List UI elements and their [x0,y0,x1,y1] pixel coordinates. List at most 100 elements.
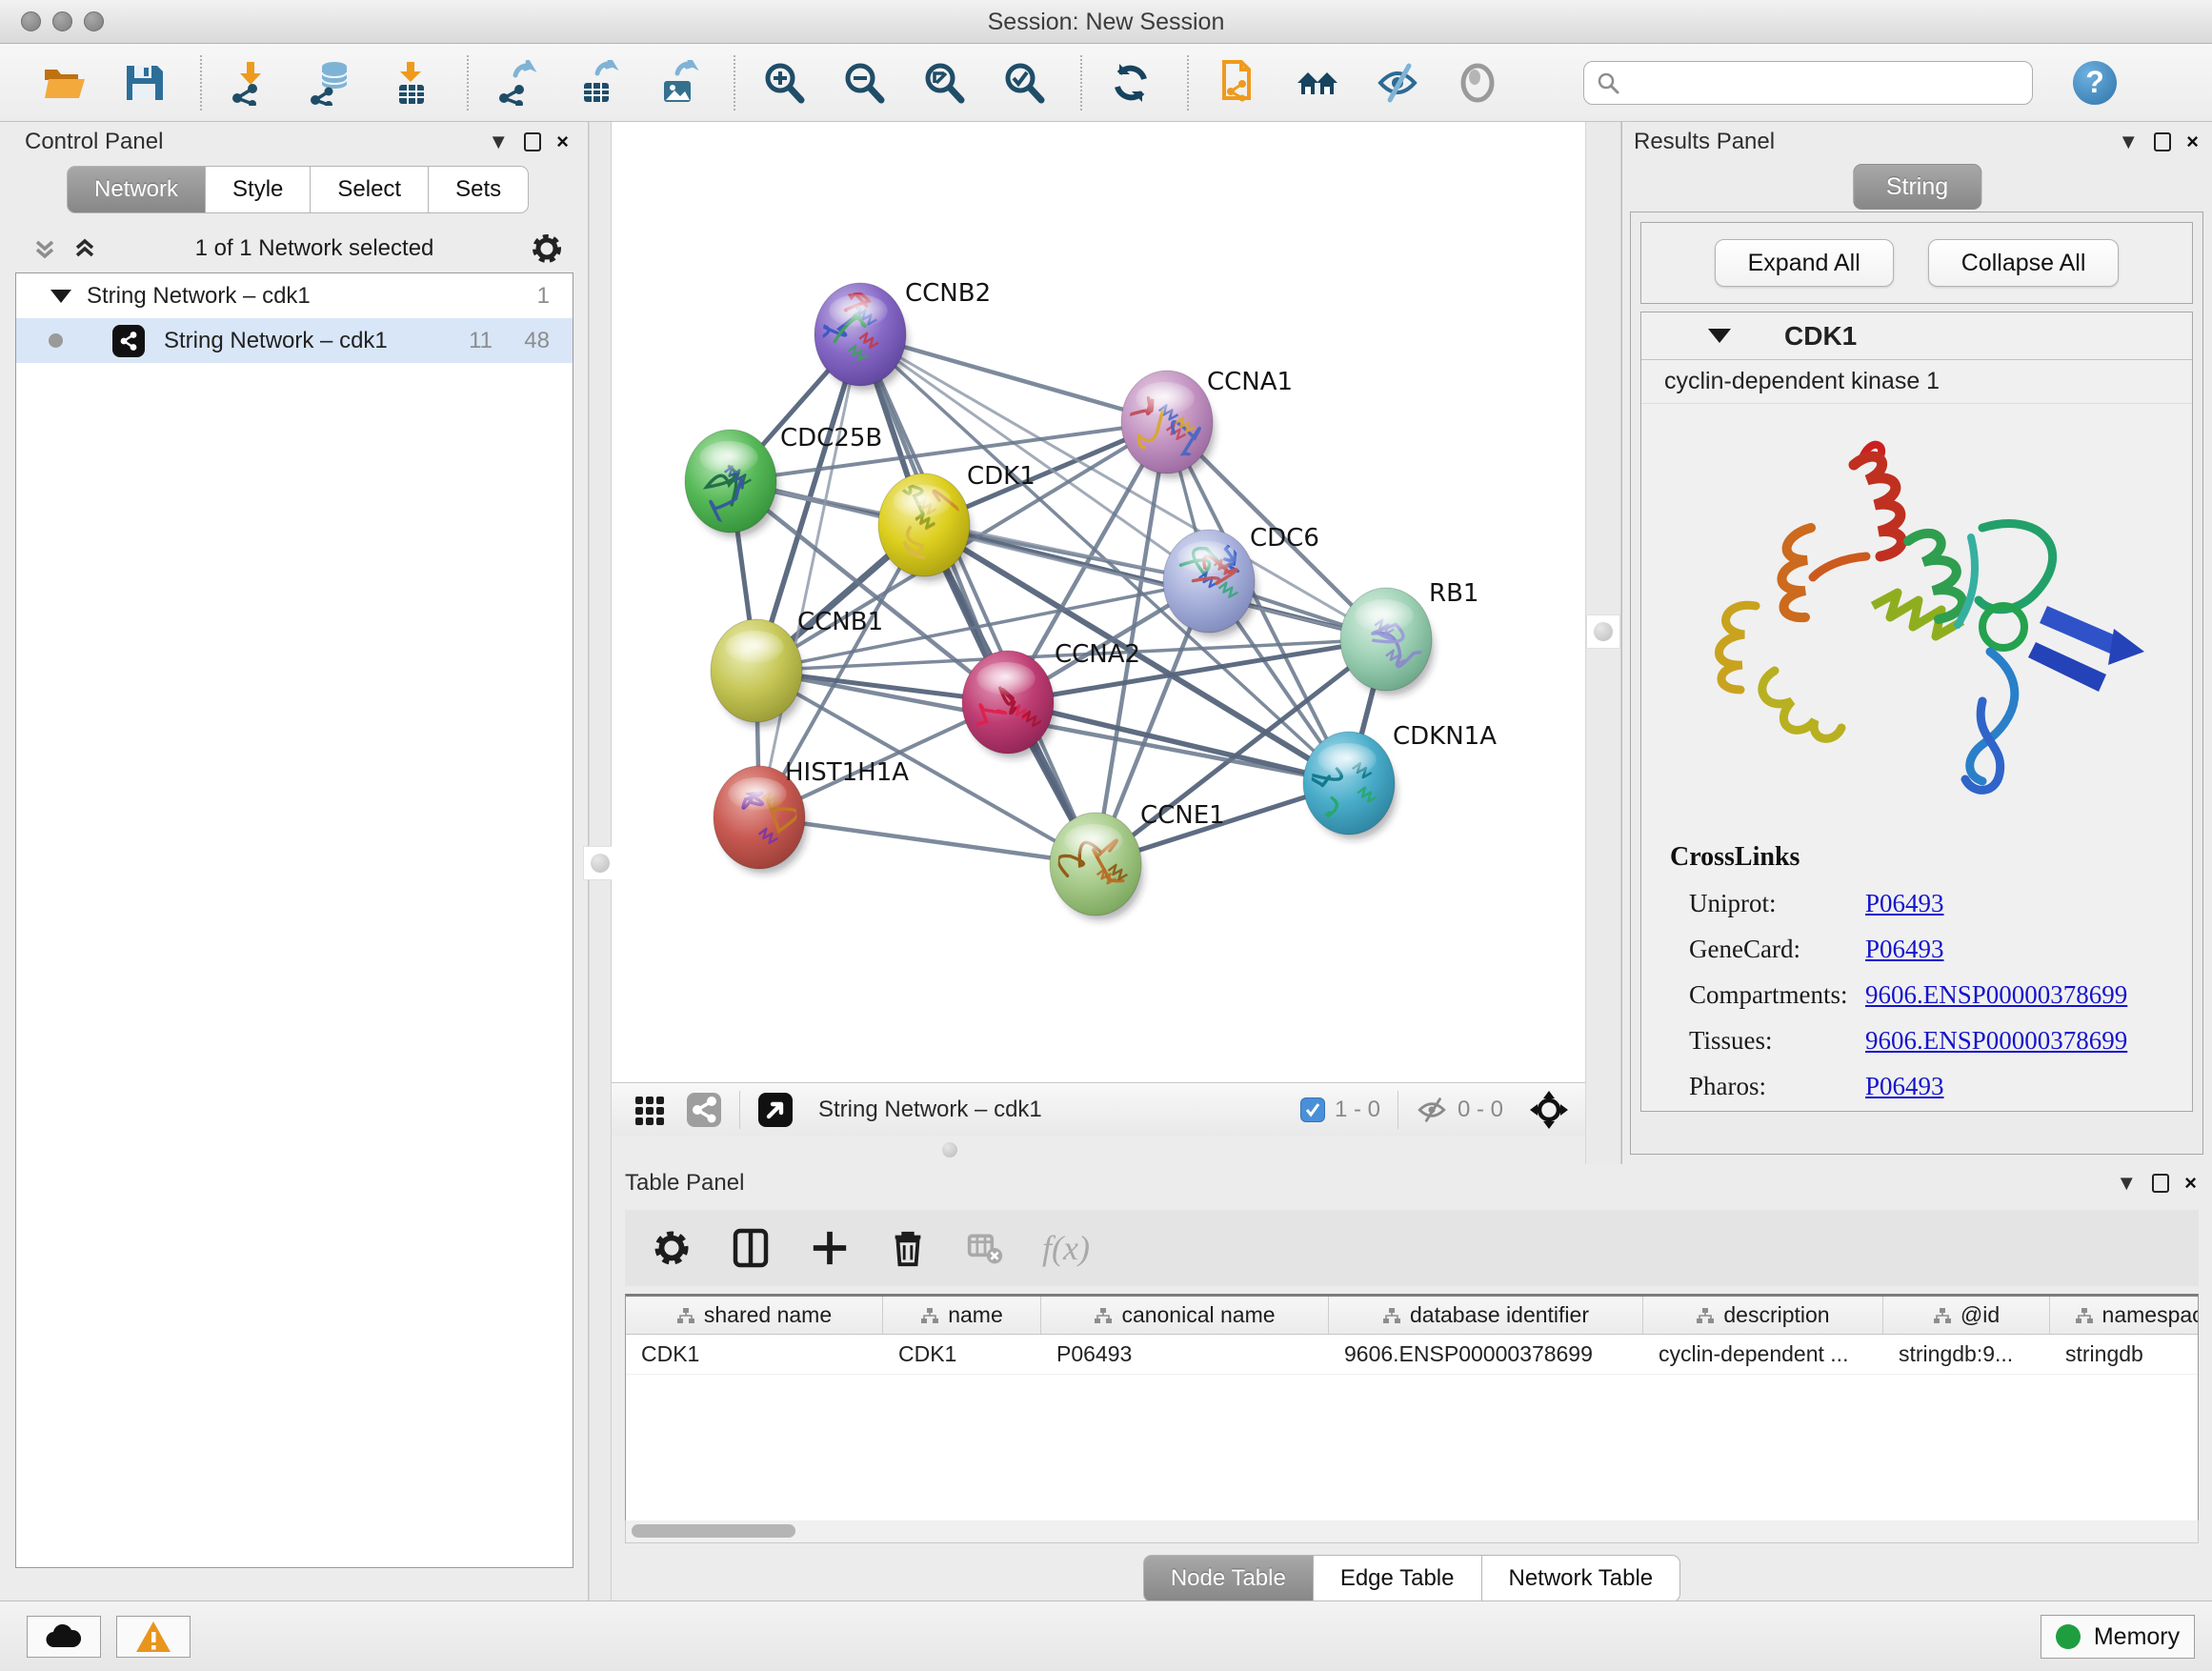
edge-CCNB2-HIST1H1A[interactable] [759,334,860,817]
panel-float-icon[interactable] [2152,1174,2169,1193]
table-cell[interactable]: CDK1 [626,1335,883,1374]
right-splitter-handle[interactable] [1586,614,1620,649]
export-network-icon[interactable] [493,59,541,107]
network-node-CDC25B[interactable] [685,430,778,537]
panel-float-icon[interactable] [2154,132,2171,151]
tab-network-table[interactable]: Network Table [1482,1555,1681,1602]
table-cell[interactable]: 9606.ENSP00000378699 [1329,1335,1643,1374]
expand-all-button[interactable]: Expand All [1715,239,1894,287]
column-header-namespace[interactable]: namespace [2050,1297,2199,1334]
tab-style[interactable]: Style [206,166,311,213]
scrollbar-thumb[interactable] [632,1524,795,1538]
refresh-icon[interactable] [1107,59,1155,107]
tab-edge-table[interactable]: Edge Table [1314,1555,1482,1602]
collapse-all-button[interactable]: Collapse All [1928,239,2120,287]
birdseye-icon[interactable] [1528,1089,1570,1131]
panel-menu-icon[interactable]: ▼ [2116,1173,2137,1194]
zoom-in-icon[interactable] [760,59,808,107]
gear-icon[interactable] [530,232,564,266]
column-header-shared-name[interactable]: shared name [626,1297,883,1334]
tab-network[interactable]: Network [67,166,206,213]
show-columns-icon[interactable] [730,1227,772,1269]
tab-string[interactable]: String [1853,164,1981,210]
tab-sets[interactable]: Sets [429,166,529,213]
table-cell[interactable]: P06493 [1041,1335,1329,1374]
table-cell[interactable]: CDK1 [883,1335,1041,1374]
node-table[interactable]: shared namenamecanonical namedatabase id… [625,1294,2199,1543]
edge-HIST1H1A-CCNE1[interactable] [759,817,1096,864]
table-cell[interactable]: cyclin-dependent ... [1643,1335,1883,1374]
panel-close-icon[interactable]: × [2184,1173,2197,1194]
table-horizontal-scrollbar[interactable] [625,1520,2199,1543]
warnings-button[interactable] [116,1616,191,1658]
panel-menu-icon[interactable]: ▼ [2118,131,2139,152]
main-toolbar: ? [0,44,2212,122]
zoom-selected-icon[interactable] [1000,59,1048,107]
tab-select[interactable]: Select [311,166,429,213]
search-box[interactable] [1583,61,2033,105]
open-session-icon[interactable] [40,59,88,107]
collapse-all-icon[interactable] [30,234,59,263]
import-table-icon[interactable] [387,59,434,107]
table-options-gear-icon[interactable] [652,1228,692,1268]
collapse-section-icon[interactable] [1708,329,1731,343]
table-cell[interactable]: stringdb [2050,1335,2199,1374]
grid-view-icon[interactable] [633,1093,667,1127]
panel-float-icon[interactable] [524,132,541,151]
panel-close-icon[interactable]: × [2186,131,2199,152]
import-network-file-icon[interactable] [227,59,274,107]
export-image-icon[interactable] [654,59,701,107]
network-node-RB1[interactable] [1340,588,1435,695]
table-cell[interactable]: stringdb:9... [1883,1335,2050,1374]
crosslink-link[interactable]: 9606.ENSP00000378699 [1865,1026,2127,1056]
crosslink-link[interactable]: 9606.ENSP00000378699 [1865,980,2127,1010]
network-node-CDKN1A[interactable] [1290,732,1397,849]
network-collection-row[interactable]: String Network – cdk1 1 [16,273,573,318]
network-node-CCNB1[interactable] [711,619,804,727]
save-session-icon[interactable] [120,59,168,107]
search-input[interactable] [1620,70,2001,95]
hidden-eye-icon[interactable] [1416,1094,1448,1126]
crosslink-link[interactable]: P06493 [1865,1072,1944,1101]
crosslink-link[interactable]: P06493 [1865,935,1944,964]
column-header-description[interactable]: description [1643,1297,1883,1334]
edge-CCNA2-CDKN1A[interactable] [1008,702,1349,783]
export-table-icon[interactable] [573,59,621,107]
open-in-window-icon[interactable] [757,1092,794,1128]
crosslink-link[interactable]: P06493 [1865,889,1944,918]
add-column-icon[interactable] [810,1228,850,1268]
left-splitter[interactable] [589,122,612,1601]
column-header-database-identifier[interactable]: database identifier [1329,1297,1643,1334]
column-header-canonical-name[interactable]: canonical name [1041,1297,1329,1334]
import-network-database-icon[interactable] [307,59,354,107]
memory-button[interactable]: Memory [2041,1615,2195,1659]
network-node-CDC6[interactable] [1163,530,1257,637]
share-view-icon[interactable] [686,1092,722,1128]
network-canvas[interactable]: CCNB2CCNA1CDC25BCDK1CDC6RB1CCNB1CCNA2CDK… [612,122,1585,1082]
tab-node-table[interactable]: Node Table [1143,1555,1314,1602]
tree-expand-icon[interactable] [50,290,71,303]
horizontal-splitter[interactable] [612,1136,1585,1164]
network-node-CCNA1[interactable] [1121,371,1215,478]
cloud-button[interactable] [27,1616,101,1658]
panel-close-icon[interactable]: × [556,131,569,152]
table-row[interactable]: CDK1CDK1P064939606.ENSP00000378699cyclin… [626,1335,2198,1375]
column-header-@id[interactable]: @id [1883,1297,2050,1334]
network-node-CCNB2[interactable] [814,283,908,391]
delete-column-icon[interactable] [888,1228,928,1268]
right-splitter[interactable] [1585,122,1621,1164]
zoom-fit-icon[interactable] [920,59,968,107]
return-home-icon[interactable] [1294,59,1341,107]
panel-menu-icon[interactable]: ▼ [488,131,509,152]
selected-checkbox-icon[interactable] [1300,1097,1325,1122]
network-node-CCNE1[interactable] [1050,813,1143,920]
network-row-selected[interactable]: String Network – cdk1 11 48 [16,318,573,363]
expand-all-icon[interactable] [70,234,99,263]
share-document-icon[interactable] [1214,59,1261,107]
column-header-name[interactable]: name [883,1297,1041,1334]
network-node-CCNA2[interactable] [962,651,1056,758]
hide-eye-icon[interactable] [1374,59,1421,107]
help-icon[interactable]: ? [2073,61,2117,105]
splitter-handle[interactable] [942,1142,957,1158]
zoom-out-icon[interactable] [840,59,888,107]
